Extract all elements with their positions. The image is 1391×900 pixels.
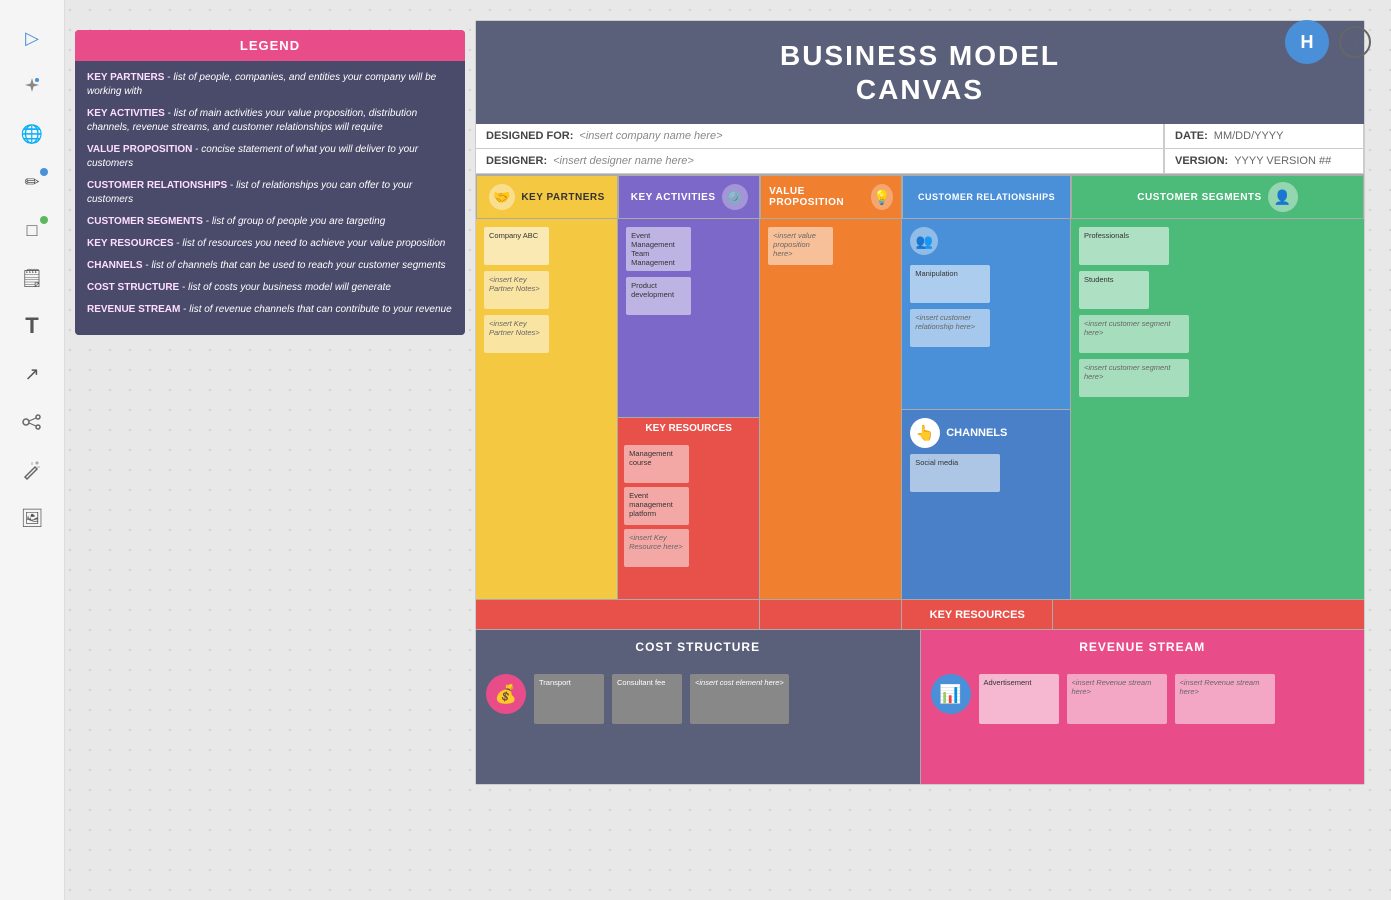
info-button[interactable]: ⓘ (1339, 26, 1371, 58)
key-resources-section: KEY RESOURCES Management course Event ma… (618, 418, 759, 600)
revenue-stream-header: REVENUE STREAM (921, 630, 1365, 664)
value-proposition-header: VALUE PROPOSITION 💡 (760, 175, 902, 219)
customer-segments-content: Professionals Students <insert customer … (1071, 219, 1364, 599)
channels-section: 👆 CHANNELS Social media (902, 410, 1070, 600)
note-students[interactable]: Students (1079, 271, 1149, 309)
designed-for-cell: DESIGNED FOR: (476, 124, 1164, 148)
value-proposition-content: <insert value proposition here> (760, 219, 902, 599)
note-key-partner-2[interactable]: <insert Key Partner Notes> (484, 315, 549, 353)
legend-item-key-activities: KEY ACTIVITIES - list of main activities… (87, 107, 453, 135)
sticky-note-icon[interactable]: 🗒 (14, 260, 50, 296)
pencil-icon[interactable]: ✏ (14, 164, 50, 200)
toolbar: ▷ 🌐 ✏ □ 🗒 T ↗ 🖼 (0, 0, 65, 900)
note-revenue-2[interactable]: <insert Revenue stream here> (1175, 674, 1275, 724)
designer-input[interactable] (553, 155, 1153, 167)
legend-header: LEGEND (75, 30, 465, 61)
note-company-abc[interactable]: Company ABC (484, 227, 549, 265)
note-customer-seg-2[interactable]: <insert customer segment here> (1079, 359, 1189, 397)
note-revenue-1[interactable]: <insert Revenue stream here> (1067, 674, 1167, 724)
designed-for-label: DESIGNED FOR: (486, 130, 573, 142)
note-management-course[interactable]: Management course (624, 445, 689, 483)
legend-item-value-proposition: VALUE PROPOSITION - concise statement of… (87, 143, 453, 171)
cost-structure-content: 💰 Transport Consultant fee <insert cost … (476, 664, 920, 784)
note-manipulation[interactable]: Manipulation (910, 265, 990, 303)
canvas-title: BUSINESS MODELCANVAS (476, 21, 1364, 124)
note-value-prop[interactable]: <insert value proposition here> (768, 227, 833, 265)
note-customer-rel[interactable]: <insert customer relationship here> (910, 309, 990, 347)
ai-icon[interactable] (14, 68, 50, 104)
legend-body: KEY PARTNERS - list of people, companies… (75, 61, 465, 335)
cursor-icon[interactable]: ▷ (14, 20, 50, 56)
key-partners-content: Company ABC <insert Key Partner Notes> <… (476, 219, 618, 599)
designer-cell: DESIGNER: (476, 149, 1164, 173)
note-customer-seg-1[interactable]: <insert customer segment here> (1079, 315, 1189, 353)
designer-label: DESIGNER: (486, 155, 547, 167)
image-icon[interactable]: 🖼 (14, 500, 50, 536)
legend-item-key-resources: KEY RESOURCES - list of resources you ne… (87, 237, 453, 251)
version-label: VERSION: (1175, 155, 1228, 167)
key-resources-label: KEY RESOURCES (930, 609, 1025, 621)
note-advertisement[interactable]: Advertisement (979, 674, 1059, 724)
note-cost-element[interactable]: <insert cost element here> (690, 674, 789, 724)
key-partners-header: 🤝 KEY PARTNERS (476, 175, 618, 219)
note-social-media[interactable]: Social media (910, 454, 1000, 492)
note-key-partner-1[interactable]: <insert Key Partner Notes> (484, 271, 549, 309)
cost-structure-header: COST STRUCTURE (476, 630, 920, 664)
user-avatar[interactable]: H (1285, 20, 1329, 64)
revenue-icon: 📊 (931, 674, 971, 714)
magic-icon[interactable] (14, 452, 50, 488)
cost-icon: 💰 (486, 674, 526, 714)
rectangle-icon[interactable]: □ (14, 212, 50, 248)
legend-item-customer-segments: CUSTOMER SEGMENTS - list of group of peo… (87, 215, 453, 229)
form-designed-for-row: DESIGNED FOR: DATE: MM/DD/YYYY (476, 124, 1364, 149)
globe-icon[interactable]: 🌐 (14, 116, 50, 152)
note-product-dev[interactable]: Product development (626, 277, 691, 315)
connect-icon[interactable] (14, 404, 50, 440)
note-consultant-fee[interactable]: Consultant fee (612, 674, 682, 724)
designed-for-input[interactable] (579, 130, 1153, 142)
revenue-stream-content: 📊 Advertisement <insert Revenue stream h… (921, 664, 1365, 784)
business-model-canvas: BUSINESS MODELCANVAS DESIGNED FOR: DATE:… (475, 20, 1365, 785)
note-transport[interactable]: Transport (534, 674, 604, 724)
legend-item-revenue-stream: REVENUE STREAM - list of revenue channel… (87, 303, 453, 317)
key-resources-header: KEY RESOURCES (618, 418, 759, 439)
version-cell: VERSION: YYYY VERSION ## (1164, 149, 1364, 173)
key-activities-header: KEY ACTIVITIES ⚙️ (618, 175, 760, 219)
channels-header: CHANNELS (946, 427, 1007, 439)
customer-relationships-content: 👥 Manipulation <insert customer relation… (902, 219, 1070, 410)
note-professionals[interactable]: Professionals (1079, 227, 1169, 265)
date-cell: DATE: MM/DD/YYYY (1164, 124, 1364, 148)
customer-relationships-header: CUSTOMER RELATIONSHIPS (902, 175, 1071, 219)
legend-item-cost-structure: COST STRUCTURE - list of costs your busi… (87, 281, 453, 295)
date-label: DATE: (1175, 130, 1208, 142)
customer-rel-icon: 👥 (910, 227, 938, 255)
note-event-platform[interactable]: Event management platform (624, 487, 689, 525)
form-designer-row: DESIGNER: VERSION: YYYY VERSION ## (476, 149, 1364, 174)
legend-item-channels: CHANNELS - list of channels that can be … (87, 259, 453, 273)
version-value: YYYY VERSION ## (1234, 155, 1331, 167)
legend-item-customer-relationships: CUSTOMER RELATIONSHIPS - list of relatio… (87, 179, 453, 207)
key-resources-wide-header (760, 600, 902, 629)
legend-item-key-partners: KEY PARTNERS - list of people, companies… (87, 71, 453, 99)
date-value: MM/DD/YYYY (1214, 130, 1284, 142)
channels-icon: 👆 (910, 418, 940, 448)
text-icon[interactable]: T (14, 308, 50, 344)
legend-panel: LEGEND KEY PARTNERS - list of people, co… (75, 30, 465, 335)
note-key-resource[interactable]: <insert Key Resource here> (624, 529, 689, 567)
customer-segments-header: CUSTOMER SEGMENTS 👤 (1071, 175, 1364, 219)
arrow-icon[interactable]: ↗ (14, 356, 50, 392)
key-activities-content: Event Management Team Management Product… (618, 219, 759, 418)
note-event-management[interactable]: Event Management Team Management (626, 227, 691, 271)
